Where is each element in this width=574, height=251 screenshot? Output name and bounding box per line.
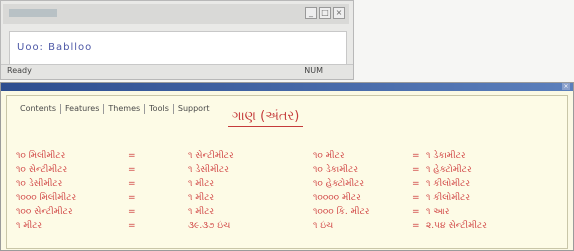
cell: ૧ મીટર bbox=[16, 221, 43, 231]
tab-support[interactable]: Support bbox=[172, 104, 214, 114]
cell: ૧૦ મીટર bbox=[313, 151, 345, 161]
table-row: ૧ મીટર = ૩૯.૩૭ ઇંચ ૧ ઇંચ = ૨.૫૪ સેન્ટીમી… bbox=[0, 221, 574, 235]
url-text: Uoo: Bablloo bbox=[17, 42, 93, 53]
cell: ૧ મીટર bbox=[188, 193, 215, 203]
cell: ૨.૫૪ સેન્ટીમીટર bbox=[426, 221, 487, 231]
cell: ૧ હેક્ટોમીટર bbox=[426, 165, 472, 175]
cell: ૧૦ મિલીમીટર bbox=[16, 151, 66, 161]
cell: ૧૦૦૦૦ મીટર bbox=[313, 193, 361, 203]
table-row: ૧૦ મિલીમીટર = ૧ સેન્ટીમીટર ૧૦ મીટર = ૧ ડ… bbox=[0, 151, 574, 165]
table-row: ૧૦૦૦ મિલીમીટર = ૧ મીટર ૧૦૦૦૦ મીટર = ૧ કી… bbox=[0, 193, 574, 207]
maximize-icon[interactable]: □ bbox=[319, 7, 331, 19]
cell: ૧ આર bbox=[426, 207, 450, 217]
cell: ૧ મીટર bbox=[188, 207, 215, 217]
cell: = bbox=[412, 221, 420, 231]
close-icon[interactable]: × bbox=[562, 83, 570, 90]
tab-tools[interactable]: Tools bbox=[144, 104, 173, 114]
cell: = bbox=[128, 179, 136, 189]
minimize-icon[interactable]: _ bbox=[305, 7, 317, 19]
cell: = bbox=[412, 179, 420, 189]
cell: ૧૦૦૦ કિ. મીટર bbox=[313, 207, 370, 217]
title-bar: _ □ × bbox=[3, 4, 349, 24]
cell: ૧૦૦૦ મિલીમીટર bbox=[16, 193, 77, 203]
cell: ૩૯.૩૭ ઇંચ bbox=[188, 221, 231, 231]
cell: ૧૦ સેન્ટીમીટર bbox=[16, 165, 68, 175]
cell: = bbox=[128, 221, 136, 231]
cell: ૧૦ ડેસીમીટર bbox=[16, 179, 63, 189]
cell: ૧ ઇંચ bbox=[313, 221, 334, 231]
title-bar: × bbox=[1, 83, 573, 91]
cell: ૧ ડેસીમીટર bbox=[188, 165, 229, 175]
cell: ૧૦ ડેકામીટર bbox=[313, 165, 359, 175]
status-bar: Ready NUM bbox=[1, 64, 353, 79]
table-row: ૧૦૦ સેન્ટીમીટર = ૧ મીટર ૧૦૦૦ કિ. મીટર = … bbox=[0, 207, 574, 221]
cell: = bbox=[128, 193, 136, 203]
table-row: ૧૦ ડેસીમીટર = ૧ મીટર ૧૦ હેક્ટોમીટર = ૧ ક… bbox=[0, 179, 574, 193]
tab-contents[interactable]: Contents bbox=[16, 104, 60, 114]
window-controls: _ □ × bbox=[303, 7, 345, 19]
content-area: Uoo: Bablloo bbox=[9, 31, 347, 65]
tab-themes[interactable]: Themes bbox=[103, 104, 144, 114]
status-num: NUM bbox=[304, 66, 323, 75]
cell: ૧ ડેકામીટર bbox=[426, 151, 466, 161]
cell: = bbox=[128, 207, 136, 217]
close-icon[interactable]: × bbox=[333, 7, 345, 19]
tab-features[interactable]: Features bbox=[59, 104, 103, 114]
cell: = bbox=[412, 193, 420, 203]
cell: = bbox=[128, 151, 136, 161]
cell: = bbox=[412, 151, 420, 161]
cell: ૧ સેન્ટીમીટર bbox=[188, 151, 234, 161]
cell: ૧ કીલોમીટર bbox=[426, 193, 471, 203]
window-title bbox=[9, 9, 57, 17]
cell: = bbox=[412, 165, 420, 175]
cell: ૧ મીટર bbox=[188, 179, 215, 189]
table-row: ૧૦ સેન્ટીમીટર = ૧ ડેસીમીટર ૧૦ ડેકામીટર =… bbox=[0, 165, 574, 179]
cell: ૧ કીલોમીટર bbox=[426, 179, 471, 189]
status-ready: Ready bbox=[7, 66, 32, 75]
cell: ૧૦૦ સેન્ટીમીટર bbox=[16, 207, 73, 217]
cell: = bbox=[128, 165, 136, 175]
tab-strip: Contents Features Themes Tools Support bbox=[16, 104, 214, 114]
top-window: _ □ × Uoo: Bablloo Ready NUM bbox=[0, 0, 354, 80]
cell: = bbox=[412, 207, 420, 217]
cell: ૧૦ હેક્ટોમીટર bbox=[313, 179, 365, 189]
page-heading: ગાણ (અંતર) bbox=[228, 108, 304, 127]
